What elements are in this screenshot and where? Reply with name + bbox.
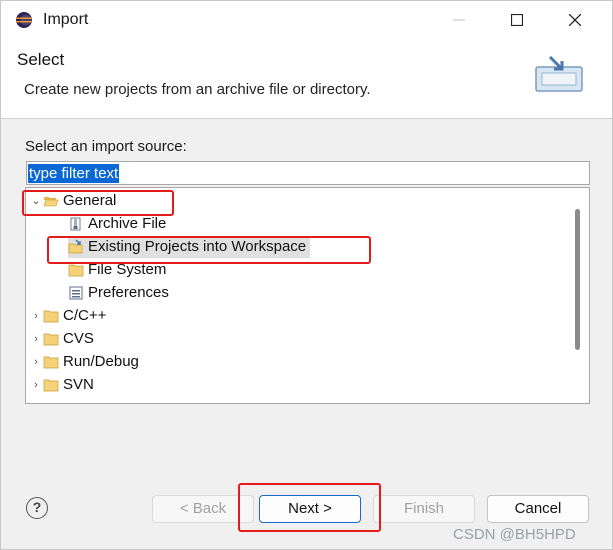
wizard-footer: ? < Back Next > Finish Cancel CSDN @BH5H…: [1, 474, 612, 549]
watermark: CSDN @BH5HPD: [453, 526, 576, 543]
folder-icon: [43, 379, 59, 392]
tree-item-label: C/C++: [63, 307, 107, 324]
minimize-button[interactable]: [430, 1, 488, 39]
help-button[interactable]: ?: [26, 497, 48, 519]
finish-button[interactable]: Finish: [373, 495, 475, 523]
preferences-icon: [69, 286, 83, 300]
import-source-label: Select an import source:: [25, 138, 187, 155]
wizard-body: Select an import source: type filter tex…: [1, 119, 612, 474]
tree-item-c-cpp[interactable]: › C/C++: [29, 305, 106, 327]
tree-item-label: Archive File: [88, 215, 167, 232]
tree-item-archive-file[interactable]: Archive File: [68, 213, 166, 235]
window-title: Import: [43, 11, 89, 28]
folder-icon: [43, 333, 59, 346]
tree-item-label: Preferences: [88, 284, 169, 301]
page-description: Create new projects from an archive file…: [24, 81, 371, 98]
eclipse-icon: [16, 12, 32, 28]
title-bar: Import: [1, 1, 612, 39]
tree-item-label: CVS: [63, 330, 94, 347]
tree-item-run-debug[interactable]: › Run/Debug: [29, 351, 139, 373]
tree-item-label: SVN: [63, 376, 94, 393]
import-wizard-icon: [535, 55, 583, 92]
import-source-tree[interactable]: ⌄ General Archive File Existing Projects…: [25, 187, 590, 404]
highlight-next: [238, 483, 381, 532]
chevron-right-icon[interactable]: ›: [29, 374, 43, 396]
tree-item-label: Run/Debug: [63, 353, 139, 370]
folder-icon: [43, 356, 59, 369]
page-title: Select: [17, 50, 65, 69]
folder-icon: [43, 310, 59, 323]
filter-text-selected: type filter text: [28, 164, 120, 183]
chevron-right-icon[interactable]: ›: [29, 328, 43, 350]
close-button[interactable]: [546, 1, 604, 39]
tree-item-cvs[interactable]: › CVS: [29, 328, 94, 350]
chevron-right-icon[interactable]: ›: [29, 351, 43, 373]
wizard-header: Select Create new projects from an archi…: [1, 39, 612, 119]
folder-icon: [68, 264, 84, 277]
cancel-button[interactable]: Cancel: [487, 495, 589, 523]
maximize-button[interactable]: [488, 1, 546, 39]
highlight-existing-projects: [47, 236, 371, 264]
highlight-general: [22, 190, 174, 216]
minimize-icon: [453, 19, 465, 21]
tree-scrollbar[interactable]: [575, 209, 580, 350]
maximize-icon: [511, 14, 523, 26]
close-icon: [569, 14, 581, 26]
chevron-right-icon[interactable]: ›: [29, 305, 43, 327]
tree-item-preferences[interactable]: Preferences: [68, 282, 169, 304]
archive-file-icon: [70, 217, 81, 231]
tree-item-svn[interactable]: › SVN: [29, 374, 94, 396]
import-dialog: Import Select Create new projects from a…: [0, 0, 613, 550]
